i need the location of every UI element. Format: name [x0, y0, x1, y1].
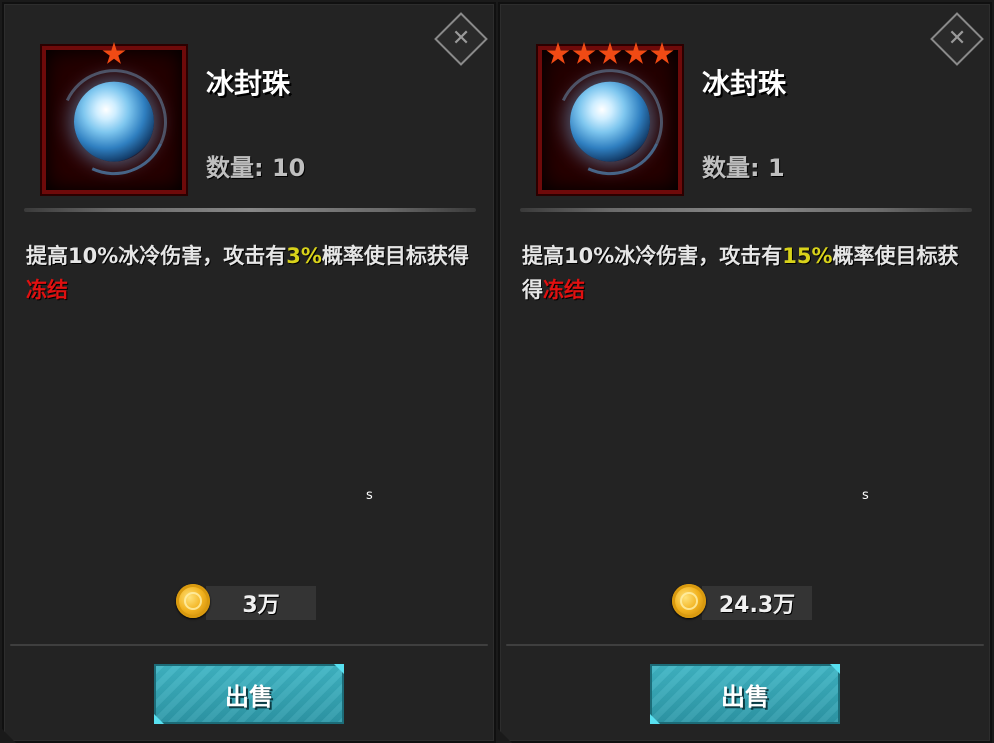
price-box: 3万 — [206, 586, 316, 620]
star-icon — [546, 42, 570, 66]
divider — [520, 208, 972, 212]
star-icon — [572, 42, 596, 66]
close-button[interactable]: ✕ — [434, 12, 488, 66]
footer-divider — [506, 644, 984, 646]
item-description: 提高10%冰冷伤害，攻击有3%概率使目标获得冻结 — [26, 239, 470, 307]
star-icon — [650, 42, 674, 66]
item-icon-frame — [538, 46, 682, 194]
stray-text: s — [862, 488, 869, 503]
item-card-left: ✕ 冰封珠 数量: 10 提高10%冰冷伤害，攻击有3%概率使目标获得冻结 s … — [2, 2, 496, 743]
item-name: 冰封珠 — [702, 67, 787, 100]
desc-percent: 15% — [782, 244, 833, 268]
sell-button-label: 出售 — [225, 682, 273, 711]
star-icon — [598, 42, 622, 66]
price-value: 24.3万 — [718, 593, 796, 618]
footer-divider — [10, 644, 488, 646]
gold-coin-icon — [672, 584, 706, 618]
sell-button[interactable]: 出售 — [154, 664, 344, 724]
desc-prefix: 提高10%冰冷伤害，攻击有 — [26, 244, 287, 268]
close-icon: ✕ — [451, 26, 471, 51]
star-rating — [46, 42, 182, 66]
star-icon — [624, 42, 648, 66]
item-quantity: 数量: 1 — [702, 154, 785, 182]
stray-text: s — [366, 488, 373, 503]
desc-percent: 3% — [286, 244, 322, 268]
item-name: 冰封珠 — [206, 67, 291, 100]
desc-effect: 冻结 — [543, 278, 585, 302]
desc-prefix: 提高10%冰冷伤害，攻击有 — [522, 244, 783, 268]
desc-middle: 概率使目标获得 — [321, 244, 469, 268]
item-card-right: ✕ 冰封珠 数量: 1 提高10%冰冷伤害，攻击有15%概率使目标获得冻结 s … — [498, 2, 992, 743]
ice-orb-icon — [74, 82, 154, 162]
star-icon — [102, 42, 126, 66]
gold-coin-icon — [176, 584, 210, 618]
price-box: 24.3万 — [702, 586, 812, 620]
sell-button-label: 出售 — [721, 682, 769, 711]
desc-effect: 冻结 — [26, 278, 68, 302]
star-rating — [542, 42, 678, 66]
item-icon-frame — [42, 46, 186, 194]
ice-orb-icon — [570, 82, 650, 162]
item-description: 提高10%冰冷伤害，攻击有15%概率使目标获得冻结 — [522, 239, 966, 307]
close-icon: ✕ — [947, 26, 967, 51]
divider — [24, 208, 476, 212]
item-quantity: 数量: 10 — [206, 154, 306, 182]
sell-button[interactable]: 出售 — [650, 664, 840, 724]
close-button[interactable]: ✕ — [930, 12, 984, 66]
price-value: 3万 — [242, 593, 280, 618]
